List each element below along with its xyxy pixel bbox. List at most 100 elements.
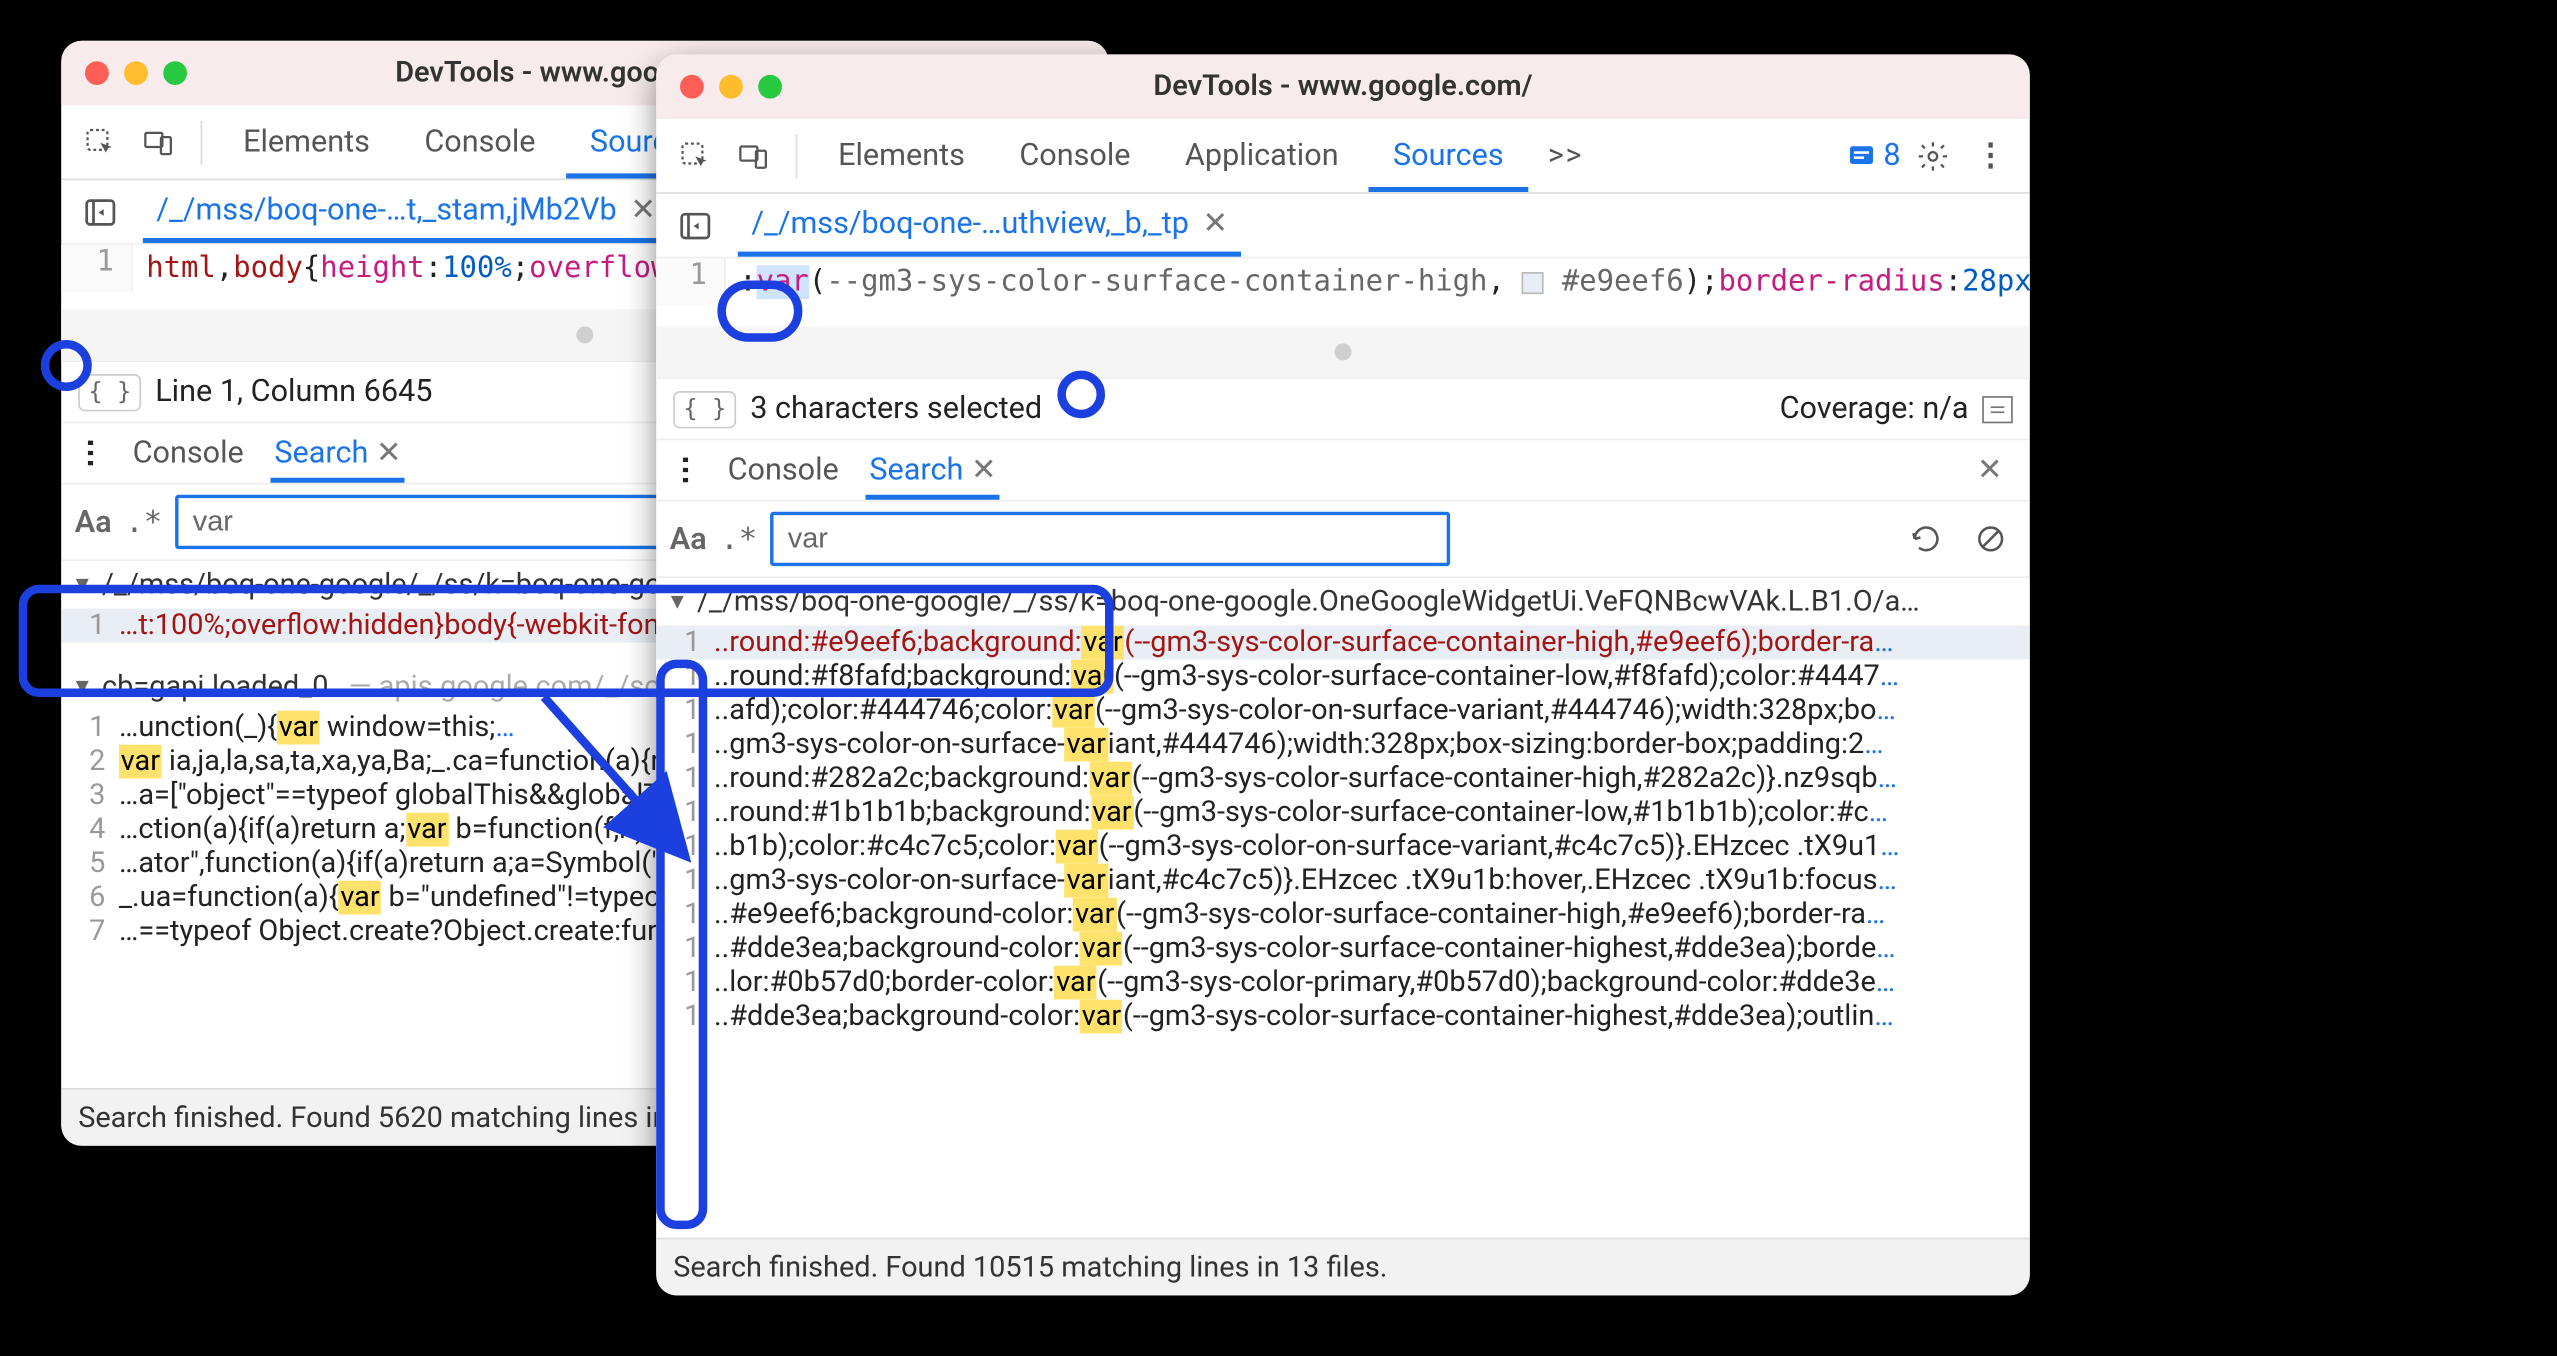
- file-tab-label: /_/mss/boq-one-…t,_stam,jMb2Vb: [156, 191, 616, 227]
- scrollbar-horizontal[interactable]: [656, 326, 2030, 377]
- tab-console[interactable]: Console: [401, 105, 560, 178]
- titlebar: DevTools - www.google.com/: [656, 54, 2030, 119]
- drawer-tab-search[interactable]: Search ✕: [271, 423, 405, 483]
- search-result-line[interactable]: 1..round:#f8fafd;background:var(--gm3-sy…: [656, 660, 2030, 694]
- sources-file-tabbar: /_/mss/boq-one-…uthview,_b,_tp ✕: [656, 194, 2030, 259]
- file-tab-label: /_/mss/boq-one-…uthview,_b,_tp: [751, 205, 1188, 241]
- settings-icon[interactable]: [1907, 130, 1958, 181]
- pretty-print-icon[interactable]: { }: [78, 373, 141, 410]
- result-line-text: ..#dde3ea;background-color:var(--gm3-sys…: [714, 1000, 2030, 1034]
- navigator-toggle-icon[interactable]: [670, 200, 721, 251]
- kebab-menu-icon[interactable]: ⋮: [1965, 130, 2016, 181]
- result-line-text: ..afd);color:#444746;color:var(--gm3-sys…: [714, 694, 2030, 728]
- navigator-toggle-icon[interactable]: [75, 186, 126, 237]
- open-file-tab[interactable]: /_/mss/boq-one-…t,_stam,jMb2Vb ✕: [143, 180, 670, 243]
- result-line-text: ..#e9eef6;background-color:var(--gm3-sys…: [714, 898, 2030, 932]
- match-case-icon[interactable]: Aa: [75, 504, 112, 540]
- inspect-element-icon[interactable]: [670, 130, 721, 181]
- line-number: 1: [656, 258, 725, 306]
- result-line-number: 1: [656, 660, 714, 694]
- issues-button[interactable]: 8: [1846, 138, 1901, 174]
- tab-console[interactable]: Console: [996, 119, 1155, 192]
- clear-search-icon[interactable]: [1965, 513, 2016, 564]
- close-drawer-tab-icon[interactable]: ✕: [971, 452, 997, 488]
- search-result-line[interactable]: 1..b1b);color:#c4c7c5;color:var(--gm3-sy…: [656, 830, 2030, 864]
- search-results[interactable]: ▼ /_/mss/boq-one-google/_/ss/k=boq-one-g…: [656, 578, 2030, 1238]
- window-zoom-button[interactable]: [163, 61, 187, 85]
- refresh-search-icon[interactable]: [1901, 513, 1952, 564]
- search-result-line[interactable]: 1..#e9eef6;background-color:var(--gm3-sy…: [656, 898, 2030, 932]
- search-result-line[interactable]: 1..#dde3ea;background-color:var(--gm3-sy…: [656, 1000, 2030, 1034]
- window-close-button[interactable]: [85, 61, 109, 85]
- result-line-number: 1: [61, 609, 119, 643]
- issues-count: 8: [1883, 138, 1900, 174]
- tabs-overflow-icon[interactable]: >>: [1534, 138, 1597, 174]
- inspect-element-icon[interactable]: [75, 116, 126, 167]
- search-result-line[interactable]: 1..round:#e9eef6;background:var(--gm3-sy…: [656, 626, 2030, 660]
- coverage-icon[interactable]: [1982, 395, 2013, 422]
- disclosure-icon[interactable]: ▼: [71, 571, 95, 598]
- coverage-label: Coverage: n/a: [1780, 391, 1969, 427]
- search-result-line[interactable]: 1..lor:#0b57d0;border-color:var(--gm3-sy…: [656, 966, 2030, 1000]
- result-line-text: ..round:#1b1b1b;background:var(--gm3-sys…: [714, 796, 2030, 830]
- main-toolbar: Elements Console Application Sources >> …: [656, 119, 2030, 194]
- status-text: 3 characters selected: [750, 391, 1042, 427]
- window-minimize-button[interactable]: [124, 61, 148, 85]
- window-minimize-button[interactable]: [719, 75, 743, 99]
- code-line[interactable]: :var(--gm3-sys-color-surface-container-h…: [726, 258, 2030, 306]
- result-line-number: 1: [656, 626, 714, 660]
- search-result-line[interactable]: 1..#dde3ea;background-color:var(--gm3-sy…: [656, 932, 2030, 966]
- tab-elements[interactable]: Elements: [814, 119, 988, 192]
- result-line-number: 1: [656, 728, 714, 762]
- result-line-number: 1: [656, 864, 714, 898]
- result-line-number: 1: [61, 711, 119, 745]
- disclosure-icon[interactable]: ▼: [71, 673, 95, 700]
- result-line-number: 5: [61, 847, 119, 881]
- code-editor[interactable]: 1 :var(--gm3-sys-color-surface-container…: [656, 258, 2030, 379]
- tab-application[interactable]: Application: [1161, 119, 1362, 192]
- disclosure-icon[interactable]: ▼: [666, 588, 690, 615]
- status-text: Line 1, Column 6645: [155, 374, 432, 410]
- color-swatch-icon[interactable]: [1522, 271, 1544, 293]
- result-line-number: 6: [61, 881, 119, 915]
- search-result-line[interactable]: 1..round:#282a2c;background:var(--gm3-sy…: [656, 762, 2030, 796]
- result-line-text: ..round:#e9eef6;background:var(--gm3-sys…: [714, 626, 2030, 660]
- search-input[interactable]: [771, 512, 1451, 566]
- regex-icon[interactable]: .*: [125, 504, 162, 540]
- line-number: 1: [61, 245, 132, 293]
- drawer-tab-console[interactable]: Console: [129, 423, 247, 483]
- search-result-line[interactable]: 1..gm3-sys-color-on-surface-variant,#444…: [656, 728, 2030, 762]
- tab-elements[interactable]: Elements: [219, 105, 393, 178]
- result-file-header[interactable]: ▼ /_/mss/boq-one-google/_/ss/k=boq-one-g…: [656, 578, 2030, 626]
- regex-icon[interactable]: .*: [720, 521, 757, 557]
- close-file-tab-icon[interactable]: ✕: [1202, 205, 1228, 241]
- open-file-tab[interactable]: /_/mss/boq-one-…uthview,_b,_tp ✕: [738, 194, 1242, 257]
- result-line-text: ..gm3-sys-color-on-surface-variant,#4447…: [714, 728, 2030, 762]
- match-case-icon[interactable]: Aa: [670, 521, 707, 557]
- close-drawer-icon[interactable]: ✕: [1963, 445, 2016, 494]
- result-line-text: ..gm3-sys-color-on-surface-variant,#c4c7…: [714, 864, 2030, 898]
- result-file-path: /_/mss/boq-one-google/_/ss/k=boq-one-goo…: [697, 585, 2020, 619]
- drawer-tab-search[interactable]: Search ✕: [866, 440, 1000, 500]
- tab-sources[interactable]: Sources: [1369, 119, 1527, 192]
- search-result-line[interactable]: 1..gm3-sys-color-on-surface-variant,#c4c…: [656, 864, 2030, 898]
- result-line-number: 1: [656, 932, 714, 966]
- result-line-number: 1: [656, 694, 714, 728]
- search-result-line[interactable]: 1..round:#1b1b1b;background:var(--gm3-sy…: [656, 796, 2030, 830]
- device-toolbar-icon[interactable]: [133, 116, 184, 167]
- close-file-tab-icon[interactable]: ✕: [630, 191, 656, 227]
- pretty-print-icon[interactable]: { }: [673, 390, 736, 427]
- window-zoom-button[interactable]: [758, 75, 782, 99]
- result-line-number: 1: [656, 762, 714, 796]
- device-toolbar-icon[interactable]: [728, 130, 779, 181]
- drawer-menu-icon[interactable]: ⋯: [667, 455, 703, 486]
- result-line-number: 1: [656, 796, 714, 830]
- result-line-number: 4: [61, 813, 119, 847]
- close-drawer-tab-icon[interactable]: ✕: [376, 435, 402, 471]
- drawer-menu-icon[interactable]: ⋯: [72, 438, 108, 469]
- drawer-tab-console[interactable]: Console: [724, 440, 842, 500]
- window-close-button[interactable]: [680, 75, 704, 99]
- search-result-line[interactable]: 1..afd);color:#444746;color:var(--gm3-sy…: [656, 694, 2030, 728]
- editor-statusbar: { } 3 characters selected Coverage: n/a: [656, 379, 2030, 440]
- result-line-text: ..b1b);color:#c4c7c5;color:var(--gm3-sys…: [714, 830, 2030, 864]
